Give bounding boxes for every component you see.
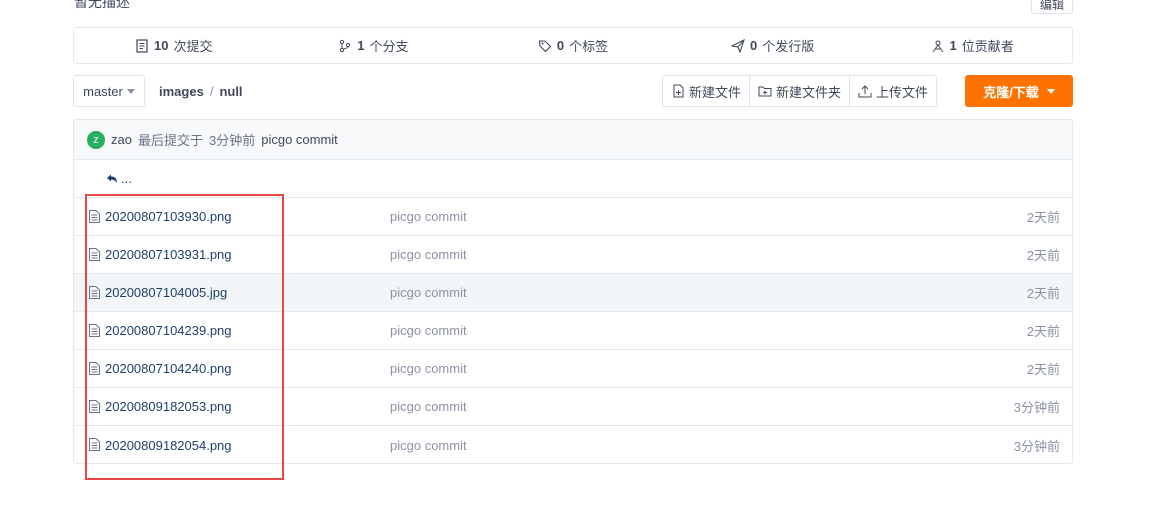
file-tree: z zao 最后提交于 3分钟前 picgo commit ... 202008… [73,119,1073,464]
repo-stats-bar: 10 次提交 1 个分支 0 个标签 0 个发行版 1 位贡献者 [73,27,1073,64]
file-commit-message[interactable]: picgo commit [390,438,467,453]
file-name[interactable]: 20200807103931.png [105,247,232,262]
commit-prefix: 最后提交于 [137,133,203,148]
commits-icon [136,38,148,53]
breadcrumb-null: null [219,83,243,99]
file-name[interactable]: 20200807104240.png [105,361,232,376]
file-name[interactable]: 20200807104005.jpg [105,285,227,300]
file-time: 3分钟前 [1013,438,1060,454]
stat-tags[interactable]: 0 个标签 [473,36,673,55]
clone-download-button[interactable]: 克隆/下载 [965,75,1073,107]
stat-count: 1 [949,38,957,53]
parent-directory-link[interactable]: ... [74,160,1072,198]
new-folder-button[interactable]: 新建文件夹 [749,75,851,107]
commit-message[interactable]: picgo commit [261,132,338,147]
file-list: 20200807103930.png picgo commit 2天前 2020080… [74,198,1072,463]
file-time: 2天前 [1026,210,1060,225]
file-name[interactable]: 20200807103930.png [105,209,232,224]
upload-file-button[interactable]: 上传文件 [849,75,938,107]
stat-count: 1 [357,38,365,53]
stat-commits[interactable]: 10 次提交 [74,36,274,55]
new-file-icon [673,84,684,98]
file-actions: 新建文件 新建文件夹 上传文件 [662,75,938,107]
latest-commit: z zao 最后提交于 3分钟前 picgo commit [74,120,1072,160]
new-file-label: 新建文件 [689,84,742,100]
parent-directory-label: ... [121,171,132,186]
stat-count: 0 [556,38,565,53]
upload-icon [858,85,872,98]
file-icon [89,438,100,451]
file-commit-message[interactable]: picgo commit [390,399,467,414]
file-icon [89,400,100,413]
commit-author[interactable]: zao [111,132,132,147]
new-folder-label: 新建文件夹 [776,84,842,100]
branch-select[interactable]: master [73,75,145,107]
file-toolbar: master images / null 新建文件 新建文件夹 上传文件 克隆/… [73,75,1073,107]
file-commit-message[interactable]: picgo commit [390,323,467,338]
contributors-icon [932,40,943,52]
file-time: 2天前 [1026,286,1060,301]
file-commit-message[interactable]: picgo commit [390,247,467,262]
release-icon [730,38,745,53]
file-icon [89,362,100,375]
file-row[interactable]: 20200807104239.png picgo commit 2天前 [74,312,1072,350]
file-row[interactable]: 20200807103930.png picgo commit 2天前 [74,198,1072,236]
back-arrow-icon [107,174,117,183]
file-time: 2天前 [1026,362,1060,377]
tag-icon [538,39,552,52]
file-row[interactable]: 20200809182054.png picgo commit 3分钟前 [74,426,1072,463]
stat-count: 0 [749,38,758,53]
breadcrumb-images[interactable]: images [159,84,204,99]
stat-count: 10 [154,38,169,53]
folder-icon [758,86,772,97]
stat-label: 个分支 [369,39,409,54]
file-commit-message[interactable]: picgo commit [390,361,467,376]
file-row[interactable]: 20200807104240.png picgo commit 2天前 [74,350,1072,388]
file-name[interactable]: 20200807104239.png [105,323,232,338]
file-name[interactable]: 20200809182054.png [105,438,232,453]
edit-button[interactable]: 编辑 [1031,0,1073,14]
file-commit-message[interactable]: picgo commit [390,285,467,300]
commit-time: 3分钟前 [208,133,256,148]
file-icon [89,324,100,337]
breadcrumb-separator: / [209,83,214,99]
new-file-button[interactable]: 新建文件 [662,75,751,107]
chevron-down-icon [126,88,135,94]
clone-label: 克隆/下载 [983,84,1039,100]
stat-label: 个发行版 [762,39,815,54]
stat-label: 个标签 [569,39,609,54]
branch-name: master [83,83,123,99]
stat-branches[interactable]: 1 个分支 [274,36,474,55]
stat-contributors[interactable]: 1 位贡献者 [872,36,1072,55]
file-icon [89,210,100,223]
stat-label: 次提交 [173,39,213,54]
file-icon [89,286,100,299]
avatar[interactable]: z [87,130,105,149]
stat-label: 位贡献者 [961,39,1014,54]
branch-icon [340,39,351,52]
stat-releases[interactable]: 0 个发行版 [673,36,873,55]
repo-description: 暂无描述 [74,0,130,10]
file-name[interactable]: 20200809182053.png [105,399,232,414]
file-row[interactable]: 20200807103931.png picgo commit 2天前 [74,236,1072,274]
file-commit-message[interactable]: picgo commit [390,209,467,224]
upload-label: 上传文件 [876,84,929,100]
file-time: 2天前 [1026,248,1060,263]
file-time: 3分钟前 [1013,400,1060,415]
file-row[interactable]: 20200807104005.jpg picgo commit 2天前 [74,274,1072,312]
file-row[interactable]: 20200809182053.png picgo commit 3分钟前 [74,388,1072,426]
breadcrumb: images / null [159,75,243,107]
file-icon [89,248,100,261]
chevron-down-icon [1046,88,1055,94]
file-time: 2天前 [1026,324,1060,339]
